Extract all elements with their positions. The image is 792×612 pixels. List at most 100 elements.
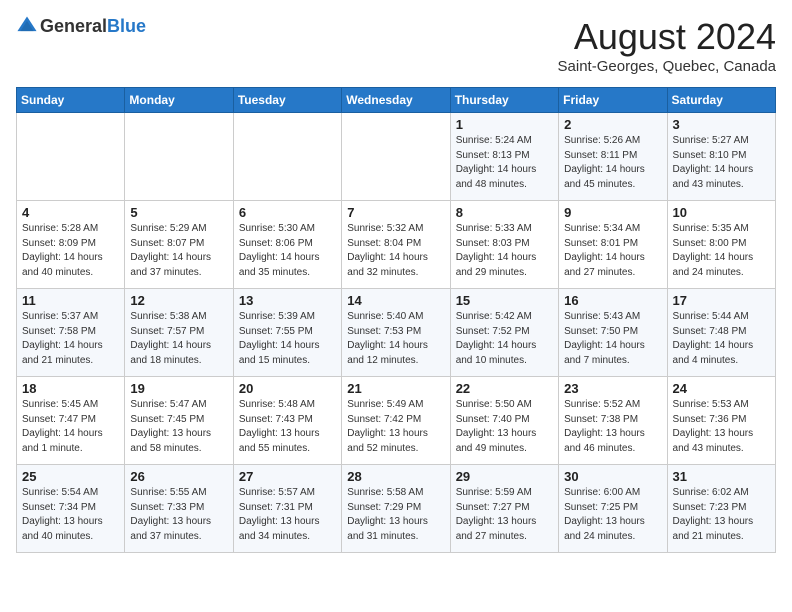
calendar-cell: 27 Sunrise: 5:57 AM Sunset: 7:31 PM Dayli… bbox=[233, 465, 341, 553]
calendar-cell: 3 Sunrise: 5:27 AM Sunset: 8:10 PM Daylig… bbox=[667, 113, 775, 201]
day-info: Sunrise: 5:54 AM Sunset: 7:34 PM Dayligh… bbox=[22, 486, 119, 544]
calendar-cell: 6Sunrise: 5:30 AM Sunset: 8:06 PM Daylig… bbox=[233, 201, 341, 289]
calendar-cell: 23 Sunrise: 5:52 AM Sunset: 7:38 PM Dayli… bbox=[559, 377, 667, 465]
day-info: Sunrise: 5:47 AM Sunset: 7:45 PM Dayligh… bbox=[130, 398, 227, 456]
weekday-header-sunday: Sunday bbox=[17, 88, 125, 113]
day-number: 13 bbox=[239, 293, 336, 308]
day-info: Sunrise: 5:52 AM Sunset: 7:38 PM Dayligh… bbox=[564, 398, 661, 456]
calendar-week-row: 1 Sunrise: 5:24 AM Sunset: 8:13 PM Daylig… bbox=[17, 113, 776, 201]
day-info: Sunrise: 5:40 AM Sunset: 7:53 PM Dayligh… bbox=[347, 310, 444, 368]
calendar-cell: 8Sunrise: 5:33 AM Sunset: 8:03 PM Daylig… bbox=[450, 201, 558, 289]
calendar-cell bbox=[17, 113, 125, 201]
day-info: Sunrise: 5:43 AM Sunset: 7:50 PM Dayligh… bbox=[564, 310, 661, 368]
day-info: Sunrise: 5:59 AM Sunset: 7:27 PM Dayligh… bbox=[456, 486, 553, 544]
day-info: Sunrise: 5:53 AM Sunset: 7:36 PM Dayligh… bbox=[673, 398, 770, 456]
day-info: Sunrise: 5:42 AM Sunset: 7:52 PM Dayligh… bbox=[456, 310, 553, 368]
calendar-cell: 10 Sunrise: 5:35 AM Sunset: 8:00 PM Dayli… bbox=[667, 201, 775, 289]
calendar-cell: 9 Sunrise: 5:34 AM Sunset: 8:01 PM Daylig… bbox=[559, 201, 667, 289]
day-number: 25 bbox=[22, 469, 119, 484]
calendar-cell: 2Sunrise: 5:26 AM Sunset: 8:11 PM Daylig… bbox=[559, 113, 667, 201]
day-info: Sunrise: 5:57 AM Sunset: 7:31 PM Dayligh… bbox=[239, 486, 336, 544]
day-info: Sunrise: 5:58 AM Sunset: 7:29 PM Dayligh… bbox=[347, 486, 444, 544]
calendar-cell: 25 Sunrise: 5:54 AM Sunset: 7:34 PM Dayli… bbox=[17, 465, 125, 553]
calendar-cell: 18 Sunrise: 5:45 AM Sunset: 7:47 PM Dayli… bbox=[17, 377, 125, 465]
day-number: 2 bbox=[564, 117, 661, 132]
calendar-cell: 22 Sunrise: 5:50 AM Sunset: 7:40 PM Dayli… bbox=[450, 377, 558, 465]
day-info: Sunrise: 5:32 AM Sunset: 8:04 PM Dayligh… bbox=[347, 222, 444, 280]
calendar-table: SundayMondayTuesdayWednesdayThursdayFrid… bbox=[16, 87, 776, 553]
day-number: 7 bbox=[347, 205, 444, 220]
day-info: Sunrise: 5:35 AM Sunset: 8:00 PM Dayligh… bbox=[673, 222, 770, 280]
day-number: 28 bbox=[347, 469, 444, 484]
day-number: 6 bbox=[239, 205, 336, 220]
calendar-cell: 1 Sunrise: 5:24 AM Sunset: 8:13 PM Daylig… bbox=[450, 113, 558, 201]
day-number: 21 bbox=[347, 381, 444, 396]
day-info: Sunrise: 5:55 AM Sunset: 7:33 PM Dayligh… bbox=[130, 486, 227, 544]
day-info: Sunrise: 5:39 AM Sunset: 7:55 PM Dayligh… bbox=[239, 310, 336, 368]
weekday-header-friday: Friday bbox=[559, 88, 667, 113]
calendar-cell: 14 Sunrise: 5:40 AM Sunset: 7:53 PM Dayli… bbox=[342, 289, 450, 377]
calendar-cell: 5Sunrise: 5:29 AM Sunset: 8:07 PM Daylig… bbox=[125, 201, 233, 289]
day-info: Sunrise: 5:34 AM Sunset: 8:01 PM Dayligh… bbox=[564, 222, 661, 280]
day-number: 1 bbox=[456, 117, 553, 132]
day-info: Sunrise: 5:50 AM Sunset: 7:40 PM Dayligh… bbox=[456, 398, 553, 456]
calendar-cell: 15 Sunrise: 5:42 AM Sunset: 7:52 PM Dayli… bbox=[450, 289, 558, 377]
day-number: 17 bbox=[673, 293, 770, 308]
day-number: 23 bbox=[564, 381, 661, 396]
day-number: 9 bbox=[564, 205, 661, 220]
day-number: 26 bbox=[130, 469, 227, 484]
calendar-week-row: 25 Sunrise: 5:54 AM Sunset: 7:34 PM Dayli… bbox=[17, 465, 776, 553]
day-info: Sunrise: 5:48 AM Sunset: 7:43 PM Dayligh… bbox=[239, 398, 336, 456]
day-info: Sunrise: 5:49 AM Sunset: 7:42 PM Dayligh… bbox=[347, 398, 444, 456]
day-number: 11 bbox=[22, 293, 119, 308]
weekday-header-thursday: Thursday bbox=[450, 88, 558, 113]
day-number: 30 bbox=[564, 469, 661, 484]
page-header: GeneralBlue August 2024 Saint-Georges, Q… bbox=[16, 16, 776, 75]
calendar-week-row: 4Sunrise: 5:28 AM Sunset: 8:09 PM Daylig… bbox=[17, 201, 776, 289]
day-number: 15 bbox=[456, 293, 553, 308]
day-number: 14 bbox=[347, 293, 444, 308]
calendar-cell: 24 Sunrise: 5:53 AM Sunset: 7:36 PM Dayli… bbox=[667, 377, 775, 465]
day-number: 3 bbox=[673, 117, 770, 132]
calendar-cell: 20Sunrise: 5:48 AM Sunset: 7:43 PM Dayli… bbox=[233, 377, 341, 465]
day-number: 19 bbox=[130, 381, 227, 396]
calendar-cell: 13 Sunrise: 5:39 AM Sunset: 7:55 PM Dayli… bbox=[233, 289, 341, 377]
location: Saint-Georges, Quebec, Canada bbox=[558, 58, 776, 75]
day-info: Sunrise: 5:27 AM Sunset: 8:10 PM Dayligh… bbox=[673, 134, 770, 192]
day-info: Sunrise: 5:29 AM Sunset: 8:07 PM Dayligh… bbox=[130, 222, 227, 280]
day-info: Sunrise: 5:37 AM Sunset: 7:58 PM Dayligh… bbox=[22, 310, 119, 368]
day-info: Sunrise: 5:24 AM Sunset: 8:13 PM Dayligh… bbox=[456, 134, 553, 192]
calendar-week-row: 18 Sunrise: 5:45 AM Sunset: 7:47 PM Dayli… bbox=[17, 377, 776, 465]
logo: GeneralBlue bbox=[16, 16, 146, 37]
day-number: 22 bbox=[456, 381, 553, 396]
calendar-cell: 7 Sunrise: 5:32 AM Sunset: 8:04 PM Daylig… bbox=[342, 201, 450, 289]
day-number: 4 bbox=[22, 205, 119, 220]
calendar-cell: 17Sunrise: 5:44 AM Sunset: 7:48 PM Dayli… bbox=[667, 289, 775, 377]
calendar-week-row: 11 Sunrise: 5:37 AM Sunset: 7:58 PM Dayli… bbox=[17, 289, 776, 377]
calendar-cell: 28 Sunrise: 5:58 AM Sunset: 7:29 PM Dayli… bbox=[342, 465, 450, 553]
logo-icon bbox=[16, 15, 38, 37]
calendar-cell bbox=[233, 113, 341, 201]
logo-blue: Blue bbox=[107, 16, 146, 36]
day-info: Sunrise: 6:00 AM Sunset: 7:25 PM Dayligh… bbox=[564, 486, 661, 544]
calendar-cell: 31 Sunrise: 6:02 AM Sunset: 7:23 PM Dayli… bbox=[667, 465, 775, 553]
day-info: Sunrise: 6:02 AM Sunset: 7:23 PM Dayligh… bbox=[673, 486, 770, 544]
day-number: 16 bbox=[564, 293, 661, 308]
weekday-header-saturday: Saturday bbox=[667, 88, 775, 113]
day-info: Sunrise: 5:38 AM Sunset: 7:57 PM Dayligh… bbox=[130, 310, 227, 368]
day-number: 31 bbox=[673, 469, 770, 484]
day-number: 8 bbox=[456, 205, 553, 220]
day-number: 29 bbox=[456, 469, 553, 484]
logo-general: General bbox=[40, 16, 107, 36]
calendar-cell: 21 Sunrise: 5:49 AM Sunset: 7:42 PM Dayli… bbox=[342, 377, 450, 465]
day-info: Sunrise: 5:45 AM Sunset: 7:47 PM Dayligh… bbox=[22, 398, 119, 456]
day-number: 10 bbox=[673, 205, 770, 220]
calendar-cell: 16 Sunrise: 5:43 AM Sunset: 7:50 PM Dayli… bbox=[559, 289, 667, 377]
day-number: 27 bbox=[239, 469, 336, 484]
month-year: August 2024 bbox=[558, 16, 776, 58]
calendar-cell: 29 Sunrise: 5:59 AM Sunset: 7:27 PM Dayli… bbox=[450, 465, 558, 553]
day-number: 24 bbox=[673, 381, 770, 396]
calendar-cell bbox=[342, 113, 450, 201]
calendar-cell: 26 Sunrise: 5:55 AM Sunset: 7:33 PM Dayli… bbox=[125, 465, 233, 553]
day-number: 18 bbox=[22, 381, 119, 396]
